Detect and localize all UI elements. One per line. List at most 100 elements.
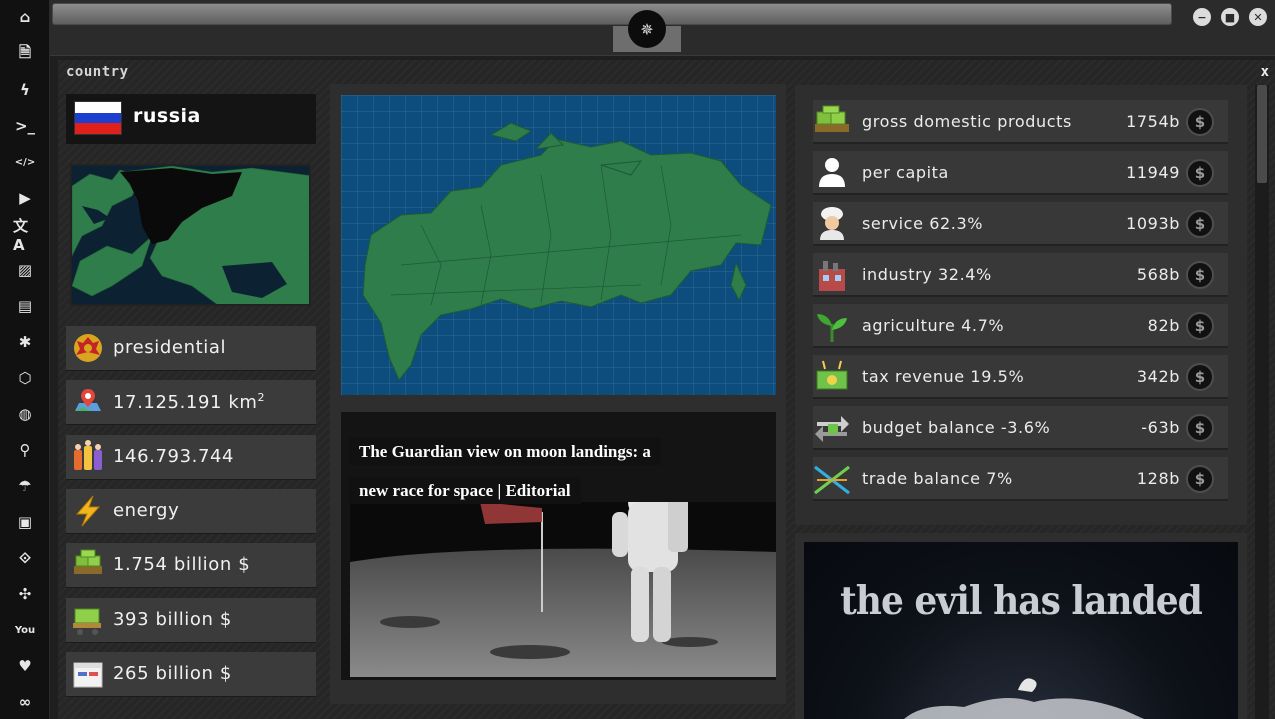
news-photo[interactable] — [350, 502, 776, 677]
stat-label: service 62.3% — [862, 214, 984, 233]
stat-label: agriculture 4.7% — [862, 316, 1005, 335]
stat-label: gross domestic products — [862, 112, 1072, 131]
area-unit-exponent: 2 — [257, 391, 266, 404]
search-icon[interactable]: ⚲ — [13, 438, 37, 462]
stat-row[interactable]: agriculture 4.7% 82b $ — [813, 304, 1228, 348]
money-stack-icon — [815, 105, 849, 132]
image-icon[interactable]: ▨ — [13, 258, 37, 282]
dollar-coin-icon[interactable]: $ — [1186, 363, 1214, 391]
coat-of-arms-icon — [74, 334, 102, 362]
link-icon[interactable]: ⟐ — [13, 546, 37, 570]
dollar-coin-icon[interactable]: $ — [1186, 261, 1214, 289]
stat-value: 342b — [1136, 367, 1180, 386]
imports-row: 265 billion $ — [66, 652, 316, 697]
play-icon[interactable]: ▶ — [13, 186, 37, 210]
maximize-button[interactable]: ■ — [1221, 8, 1239, 26]
youtube-icon[interactable]: You — [13, 618, 37, 642]
government-type: presidential — [113, 337, 227, 358]
money-stack-icon — [74, 549, 102, 574]
stat-label: trade balance 7% — [862, 469, 1013, 488]
plant-icon — [817, 314, 847, 342]
panel-title: country — [66, 64, 129, 80]
app-window: ⌂ 🗎 ϟ >_ </> ▶ 文A ▨ ▤ ✱ ⬡ ◍ ⚲ ☂ ▣ ⟐ ✣ You ♥ ∞ ✵ − ■ ✕ count… — [0, 0, 1275, 719]
dollar-coin-icon[interactable]: $ — [1186, 312, 1214, 340]
stat-value: 82b — [1147, 316, 1180, 335]
terminal-icon[interactable]: >_ — [13, 114, 37, 138]
globe-icon[interactable]: ◍ — [13, 402, 37, 426]
exchange-icon — [815, 416, 849, 442]
stat-row[interactable]: tax revenue 19.5% 342b $ — [813, 355, 1228, 399]
money-cart-icon — [73, 608, 101, 635]
close-window-button[interactable]: ✕ — [1249, 8, 1267, 26]
flag-stripe-blue — [75, 112, 121, 124]
population-value: 146.793.744 — [113, 446, 235, 467]
stat-label: tax revenue 19.5% — [862, 367, 1025, 386]
minimize-button[interactable]: − — [1193, 8, 1211, 26]
news-headline-line2: new race for space | Editorial — [349, 477, 581, 504]
area-value: 17.125.191 km — [113, 392, 258, 413]
stat-value: 1754b — [1126, 112, 1180, 131]
translate-icon[interactable]: 文A — [13, 217, 37, 254]
scrollbar[interactable] — [1255, 85, 1269, 719]
country-map[interactable] — [341, 95, 776, 395]
infinity-icon[interactable]: ∞ — [13, 690, 37, 714]
stat-label: per capita — [862, 163, 949, 182]
gdp-value: 1.754 billion $ — [113, 554, 251, 575]
main-sector: energy — [113, 500, 180, 521]
exports-value: 393 billion $ — [113, 609, 232, 630]
code-icon[interactable]: </> — [13, 150, 37, 174]
stat-row[interactable]: trade balance 7% 128b $ — [813, 457, 1228, 501]
lightning-bolt-icon — [75, 495, 101, 527]
lightning-icon[interactable]: ϟ — [13, 78, 37, 102]
document-icon[interactable]: 🗎 — [13, 42, 37, 66]
moon-landing-image — [350, 502, 776, 677]
stat-value: 11949 — [1126, 163, 1180, 182]
home-icon[interactable]: ⌂ — [13, 5, 37, 29]
stat-value: 1093b — [1126, 214, 1180, 233]
asterisk-icon[interactable]: ✱ — [13, 330, 37, 354]
tax-icon — [816, 360, 848, 390]
expand-icon[interactable]: ✣ — [13, 582, 37, 606]
gdp-row: 1.754 billion $ — [66, 543, 316, 588]
stat-row[interactable]: per capita 11949 $ — [813, 151, 1228, 195]
population-icon — [74, 440, 102, 470]
promo-image[interactable]: the evil has landed — [804, 542, 1238, 719]
country-area: 17.125.191 km2 — [113, 391, 265, 413]
country-header: russia — [66, 94, 316, 144]
stat-row[interactable]: budget balance -3.6% -63b $ — [813, 406, 1228, 450]
newspaper-icon[interactable]: ▤ — [13, 294, 37, 318]
stat-label: industry 32.4% — [862, 265, 992, 284]
stat-value: 568b — [1136, 265, 1180, 284]
promo-card: the evil has landed — [795, 533, 1247, 719]
country-map-svg — [362, 122, 772, 381]
address-bar[interactable] — [52, 3, 1172, 25]
flag-stripe-white — [75, 102, 121, 113]
location-minimap[interactable] — [70, 164, 311, 306]
umbrella-icon[interactable]: ☂ — [13, 474, 37, 498]
dollar-coin-icon[interactable]: $ — [1186, 210, 1214, 238]
factory-icon — [819, 261, 845, 291]
panel-close-button[interactable]: x — [1261, 64, 1269, 80]
dollar-coin-icon[interactable]: $ — [1186, 159, 1214, 187]
imports-value: 265 billion $ — [113, 663, 232, 684]
person-icon — [819, 158, 845, 187]
contact-card-icon[interactable]: ▣ — [13, 510, 37, 534]
dollar-coin-icon[interactable]: $ — [1186, 108, 1214, 136]
stat-row[interactable]: service 62.3% 1093b $ — [813, 202, 1228, 246]
stat-value: -63b — [1141, 418, 1180, 437]
hexagon-icon[interactable]: ⬡ — [13, 366, 37, 390]
stat-row[interactable]: industry 32.4% 568b $ — [813, 253, 1228, 297]
stat-value: 128b — [1136, 469, 1180, 488]
news-card[interactable]: The Guardian view on moon landings: a ne… — [341, 412, 776, 680]
dollar-coin-icon[interactable]: $ — [1186, 465, 1214, 493]
scrollbar-thumb[interactable] — [1257, 85, 1267, 183]
sidebar: ⌂ 🗎 ϟ >_ </> ▶ 文A ▨ ▤ ✱ ⬡ ◍ ⚲ ☂ ▣ ⟐ ✣ You ♥ ∞ — [0, 0, 50, 719]
russia-flag-icon — [75, 102, 121, 134]
sector-row: energy — [66, 489, 316, 534]
rebel-logo-icon[interactable]: ✵ — [628, 10, 666, 48]
dollar-coin-icon[interactable]: $ — [1186, 414, 1214, 442]
heart-icon[interactable]: ♥ — [13, 654, 37, 678]
stat-row[interactable]: gross domestic products 1754b $ — [813, 100, 1228, 144]
promo-artwork — [904, 678, 1144, 719]
news-headline[interactable]: The Guardian view on moon landings: a ne… — [349, 432, 689, 510]
